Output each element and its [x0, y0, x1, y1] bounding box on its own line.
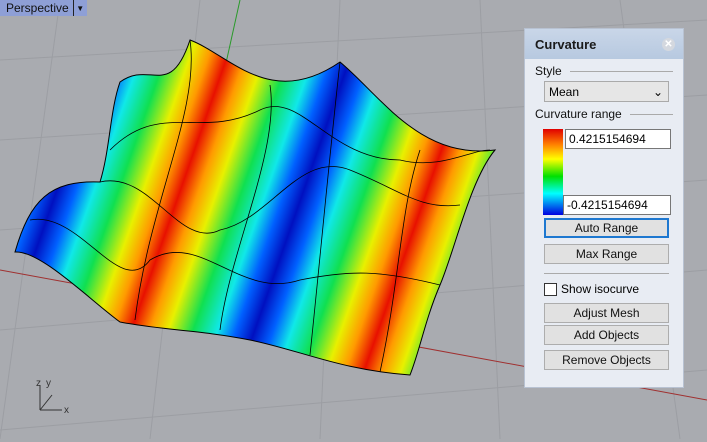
curvature-range: 0.4215154694 -0.4215154694: [543, 129, 671, 215]
auto-range-button[interactable]: Auto Range: [544, 218, 669, 238]
panel-header: Curvature ✕: [525, 29, 683, 59]
max-value-input[interactable]: 0.4215154694: [565, 129, 671, 149]
add-objects-button[interactable]: Add Objects: [544, 325, 669, 345]
axis-y-label: y: [46, 378, 51, 389]
divider: [544, 273, 669, 274]
style-section: Style: [535, 64, 673, 78]
range-section: Curvature range: [535, 107, 673, 121]
range-label: Curvature range: [535, 107, 622, 121]
adjust-mesh-button[interactable]: Adjust Mesh: [544, 303, 669, 323]
axis-z-label: z: [36, 378, 41, 389]
close-icon[interactable]: ✕: [662, 37, 675, 51]
viewport-title-tab[interactable]: Perspective ▼: [0, 0, 87, 16]
style-label: Style: [535, 64, 562, 78]
checkbox-box[interactable]: [544, 282, 557, 296]
style-select[interactable]: Mean ⌄: [544, 81, 669, 102]
curvature-panel: Curvature ✕ Style Mean ⌄ Curvature range …: [524, 28, 684, 388]
world-axes-icon: [39, 385, 62, 411]
show-isocurve-checkbox[interactable]: Show isocurve: [544, 282, 683, 296]
style-value: Mean: [549, 84, 580, 99]
color-scale-bar: [543, 129, 563, 215]
viewport-title: Perspective: [6, 1, 69, 15]
chevron-down-icon[interactable]: ▼: [72, 0, 87, 16]
divider: [569, 70, 673, 72]
chevron-down-icon: ⌄: [652, 84, 663, 99]
min-value-input[interactable]: -0.4215154694: [563, 195, 671, 215]
curvature-surface: [14, 39, 497, 376]
max-range-button[interactable]: Max Range: [544, 244, 669, 264]
remove-objects-button[interactable]: Remove Objects: [544, 350, 669, 370]
show-isocurve-label: Show isocurve: [561, 282, 640, 296]
panel-title: Curvature: [535, 36, 597, 52]
axis-x-label: x: [64, 405, 69, 416]
divider: [629, 113, 673, 115]
